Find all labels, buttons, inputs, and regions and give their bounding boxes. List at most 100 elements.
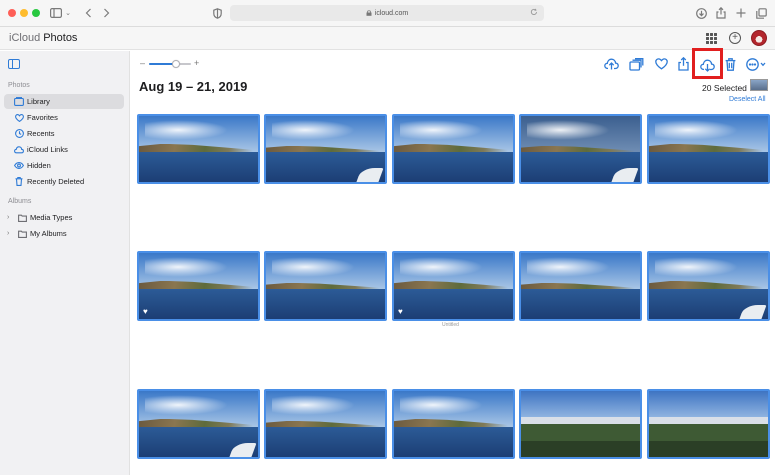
share-icon[interactable]	[675, 56, 692, 72]
photo-sea	[394, 152, 513, 182]
photo-sea	[139, 152, 258, 182]
privacy-shield-icon[interactable]	[210, 5, 224, 21]
sidebar-collapse-icon[interactable]	[8, 59, 20, 69]
library-icon	[14, 97, 24, 107]
avatar[interactable]	[751, 30, 767, 46]
photo-sea	[394, 427, 513, 457]
sidebar-item-recents[interactable]: Recents	[4, 126, 124, 141]
add-to-album-icon[interactable]	[628, 56, 645, 72]
photo-cloud	[144, 119, 229, 140]
photo-thumbnail[interactable]	[137, 114, 260, 184]
chevron-down-icon[interactable]: ⌄	[64, 5, 72, 21]
sidebar-toggle-icon[interactable]	[48, 5, 64, 21]
photo-sea	[521, 289, 640, 319]
sidebar-item-icloud-links[interactable]: iCloud Links	[4, 142, 124, 157]
zoom-in-icon[interactable]: +	[194, 58, 199, 68]
lock-icon	[366, 10, 372, 16]
tab-overview-icon[interactable]	[754, 5, 768, 21]
favorite-heart-icon: ♥	[398, 307, 403, 316]
photo-cloud	[144, 256, 229, 277]
browser-toolbar: ⌄ icloud.com	[0, 0, 775, 27]
photo-thumbnail[interactable]	[647, 114, 770, 184]
sidebar-section-albums: Albums	[8, 198, 32, 205]
sidebar-item-my-albums[interactable]: › My Albums	[4, 226, 124, 241]
sidebar-item-label: iCloud Links	[27, 145, 68, 154]
link-icon	[14, 145, 24, 155]
photo-cloud	[526, 119, 611, 140]
upload-icon[interactable]	[603, 56, 620, 72]
heart-icon	[14, 113, 24, 123]
sidebar-item-label: Library	[27, 97, 50, 106]
chevron-right-icon[interactable]: ›	[7, 214, 14, 221]
sidebar-item-label: Recently Deleted	[27, 177, 85, 186]
reload-icon[interactable]	[530, 8, 538, 18]
sidebar-item-label: Favorites	[27, 113, 58, 122]
add-icon[interactable]: +	[729, 32, 741, 44]
photo-thumbnail[interactable]	[392, 114, 515, 184]
photo-thumbnail[interactable]: ♥	[392, 251, 515, 321]
photo-thumbnail[interactable]	[519, 389, 642, 459]
trash-icon	[14, 177, 24, 187]
photo-thumbnail[interactable]	[647, 389, 770, 459]
folder-icon	[17, 213, 27, 223]
sidebar-item-media-types[interactable]: › Media Types	[4, 210, 124, 225]
zoom-out-icon[interactable]: –	[140, 58, 145, 68]
zoom-slider[interactable]	[149, 60, 191, 68]
sidebar-item-library[interactable]: Library	[4, 94, 124, 109]
sidebar-item-favorites[interactable]: Favorites	[4, 110, 124, 125]
chevron-right-icon[interactable]: ›	[7, 230, 14, 237]
photo-cloud	[526, 256, 611, 277]
photo-thumbnail[interactable]	[264, 251, 387, 321]
delete-icon[interactable]	[722, 56, 739, 72]
minimize-window-button[interactable]	[20, 9, 28, 17]
photo-thumbnail[interactable]	[264, 114, 387, 184]
page-title: Aug 19 – 21, 2019	[139, 79, 248, 94]
sidebar-item-label: Media Types	[30, 213, 73, 222]
new-tab-icon[interactable]	[734, 5, 748, 21]
photo-sea	[266, 289, 385, 319]
clock-icon	[14, 129, 24, 139]
app-header: iCloud Photos +	[0, 27, 775, 50]
photo-caption: Untitled	[442, 322, 459, 328]
favorite-icon[interactable]	[653, 56, 670, 72]
eye-icon	[14, 161, 24, 171]
photo-thumbnail[interactable]	[519, 251, 642, 321]
sidebar-item-label: Recents	[27, 129, 55, 138]
photo-sea	[266, 427, 385, 457]
more-icon[interactable]	[745, 56, 769, 72]
photo-cloud	[399, 394, 484, 415]
sidebar-section-photos: Photos	[8, 82, 30, 89]
photo-land	[521, 417, 640, 457]
deselect-all-link[interactable]: Deselect All	[729, 96, 766, 103]
close-window-button[interactable]	[8, 9, 16, 17]
app-launcher-icon[interactable]	[706, 33, 717, 44]
photo-cloud	[144, 394, 229, 415]
photo-thumbnail[interactable]	[647, 251, 770, 321]
photo-thumbnail[interactable]	[519, 114, 642, 184]
photo-land	[649, 417, 768, 457]
photo-thumbnail[interactable]	[137, 389, 260, 459]
downloads-icon[interactable]	[694, 5, 708, 21]
brand-icloud: iCloud	[9, 32, 41, 44]
sidebar-item-recently-deleted[interactable]: Recently Deleted	[4, 174, 124, 189]
photo-thumbnail[interactable]: ♥	[137, 251, 260, 321]
zoom-slider-handle[interactable]	[172, 60, 181, 68]
app-brand[interactable]: iCloud Photos	[6, 32, 77, 44]
share-page-icon[interactable]	[714, 5, 728, 21]
sidebar-item-label: Hidden	[27, 161, 51, 170]
photo-thumbnail[interactable]	[392, 389, 515, 459]
url-text: icloud.com	[374, 9, 409, 17]
address-bar[interactable]: icloud.com	[230, 5, 544, 21]
photo-thumbnail[interactable]	[264, 389, 387, 459]
favorite-heart-icon: ♥	[143, 307, 148, 316]
photo-sea	[649, 152, 768, 182]
forward-icon[interactable]	[100, 5, 112, 21]
sidebar-item-hidden[interactable]: Hidden	[4, 158, 124, 173]
photo-cloud	[654, 119, 739, 140]
brand-photos: Photos	[43, 32, 78, 44]
selection-count: 20 Selected	[702, 83, 747, 93]
back-icon[interactable]	[82, 5, 94, 21]
fullscreen-window-button[interactable]	[32, 9, 40, 17]
photo-cloud	[271, 394, 356, 415]
download-highlight-box	[692, 48, 723, 79]
